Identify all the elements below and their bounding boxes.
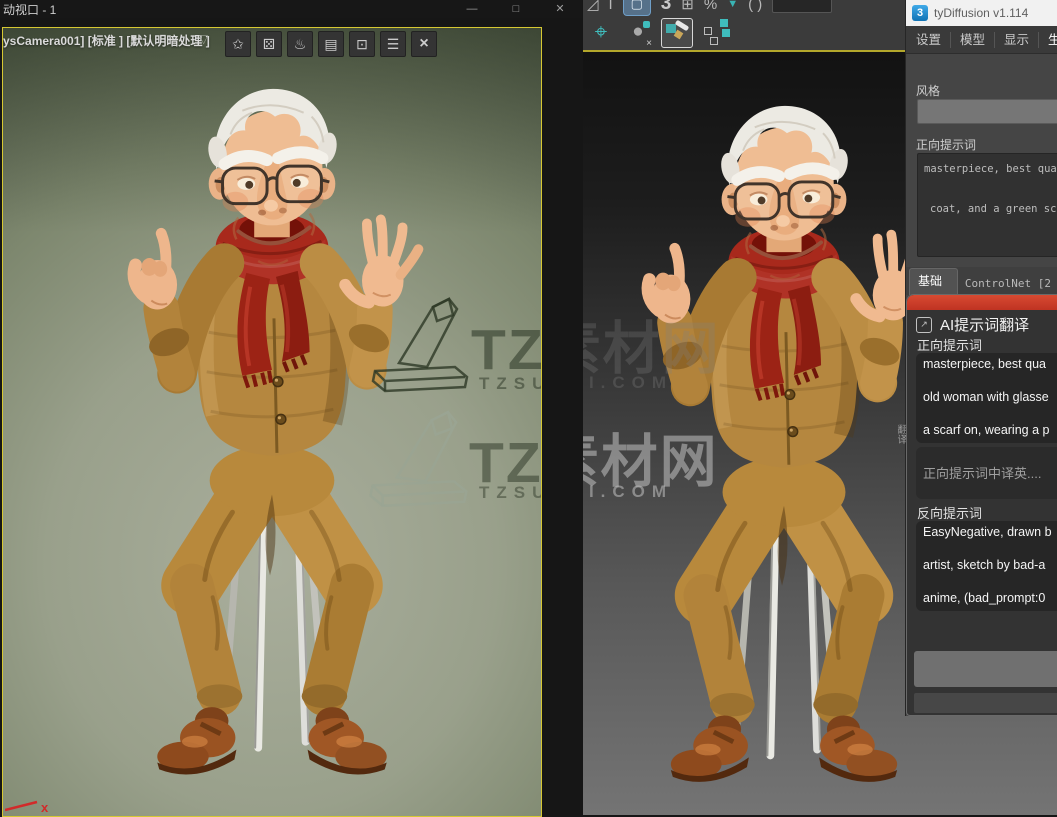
docked-vertical-tab[interactable]: 翻译 [897,424,906,482]
character-render-right [627,100,941,812]
ai-pos-line: a scarf on, wearing a p [923,423,1050,437]
dice-icon[interactable]: ⚄ [256,31,282,57]
filter-funnel-icon[interactable]: ▽ [199,32,208,46]
subtab-controlnet[interactable]: ControlNet [2 [958,273,1057,295]
watermark-brand: TZ素材网 [469,431,542,495]
window-controls: — □ ✕ [450,0,582,18]
ai-pos-line: old woman with glasse [923,390,1049,404]
mini-square-filled2 [722,29,730,37]
minimize-button[interactable]: — [450,0,494,18]
camera-viewport[interactable]: ysCamera001] [标准 ] [默认明暗处理 ] ▽ ✩ ⚄ ♨ ▤ ⊡… [2,27,542,817]
material-editor-icon[interactable]: ● × [624,19,652,49]
teal-square [666,24,676,33]
expand-icon[interactable]: ↗ [916,316,932,333]
snap-toggle-button[interactable]: ▢ [622,0,651,16]
percent-snap-icon[interactable]: % [704,0,717,13]
save-icon[interactable]: ▤ [318,31,344,57]
maximize-button[interactable]: □ [494,0,538,18]
named-selection-dropdown[interactable] [772,0,833,13]
mini-square-filled [720,19,728,27]
prompt-line: coat, and a green scarf [930,203,1057,215]
tab-model[interactable]: 模型 [951,31,996,48]
tab-generate[interactable]: 生成 [1039,32,1057,48]
ai-positive-text[interactable]: masterpiece, best qua old woman with gla… [916,353,1057,443]
watermark-brand: TZ素材网 [471,318,542,382]
tydiffusion-tabbar: 设置 模型 显示 生成 [906,26,1057,54]
ai-negative-label: 反向提示词 [917,506,983,521]
style-label: 风格 [916,84,941,98]
ai-neg-line: EasyNegative, drawn b [923,525,1052,539]
axis-x-label: x [41,800,49,815]
render-toolbar-row: ⌖ ● × [587,18,730,49]
sphere-x-mark: × [646,38,652,49]
watermark-domain: TZSUCAI.COM [479,483,541,502]
ai-positive-label: 正向提示词 [917,338,983,353]
ai-window-title: AI提示词翻译 [940,317,1030,334]
ai-negative-text[interactable]: EasyNegative, drawn b artist, sketch by … [916,521,1057,611]
ai-window-header-bar[interactable] [907,295,1057,310]
ai-pos-line: masterpiece, best qua [923,357,1046,371]
tab-display[interactable]: 显示 [995,31,1040,48]
ai-neg-line: anime, (bad_prompt:0 [923,591,1046,605]
close-button[interactable]: ✕ [538,0,582,18]
positive-prompt-textarea[interactable]: masterpiece, best quali coat, and a gree… [917,153,1057,257]
brush-tip [673,29,684,40]
viewport-overlay-toolbar: ✩ ⚄ ♨ ▤ ⊡ ☰ × [225,31,437,57]
tydiffusion-titlebar[interactable]: 3 tyDiffusion v1.114 [906,0,1057,26]
ai-bottom-bar[interactable] [914,693,1057,713]
teal-dot [643,21,650,28]
snap-3d-icon[interactable]: 3 [661,0,672,15]
floating-viewport-window: 动视口 - 1 — □ ✕ ysCamera001] [标准 ] [默认明暗处理… [0,0,582,817]
snap-toolbar-row: ◿ I ▢ 3 ⊞ % ▼ ( ) [587,0,833,16]
flame-render-icon[interactable]: ♨ [287,31,313,57]
tydiffusion-subtabs: 基础设置 ControlNet [2 [906,267,1057,313]
watermark-domain: TZSUCAI.COM [479,374,541,393]
selection-parens-icon[interactable]: ( ) [748,0,762,13]
tab-settings[interactable]: 设置 [916,31,952,48]
subtab-basic-settings[interactable]: 基础设置 [909,268,958,313]
render-region-icon[interactable]: ⌖ [587,19,615,47]
close-icon[interactable]: × [411,31,437,57]
display-monitor-icon[interactable]: ⊡ [349,31,375,57]
render-setup-button[interactable] [661,18,693,48]
target-icon: ⌖ [594,19,608,44]
window-titlebar[interactable]: 动视口 - 1 — □ ✕ [0,0,582,18]
star-icon[interactable]: ✩ [225,31,251,57]
ai-window-header: ↗ AI提示词翻译 [916,314,1029,335]
tydiffusion-title: tyDiffusion v1.114 [934,6,1029,20]
corner-marker-icon: ◿ [587,0,599,13]
prompt-line: masterpiece, best quali [924,163,1057,175]
translate-input[interactable] [916,447,1057,499]
axis-x-line [4,800,38,812]
world-axis-gizmo: x [4,788,65,816]
schematic-view-icon[interactable] [702,19,730,47]
3dsmax-logo-icon: 3 [912,5,928,21]
style-input[interactable] [917,99,1057,124]
settings-sliders-icon[interactable]: ☰ [380,31,406,57]
window-title: 动视口 - 1 [3,2,57,17]
viewport-camera-label[interactable]: ysCamera001] [标准 ] [默认明暗处理 ] [3,32,210,49]
angle-snap-icon[interactable]: ⊞ [681,0,694,13]
positive-prompt-label: 正向提示词 [916,138,977,152]
ai-bottom-input[interactable] [914,651,1057,687]
ai-translate-window: ↗ AI提示词翻译 正向提示词 masterpiece, best qua ol… [906,294,1057,716]
character-render-left [113,83,431,805]
mini-square-outline [704,27,712,35]
ai-neg-line: artist, sketch by bad-a [923,558,1046,572]
dropdown-arrow-icon[interactable]: ▼ [727,0,738,10]
ibeam-icon: I [608,0,613,13]
mini-square-outline2 [710,37,718,45]
